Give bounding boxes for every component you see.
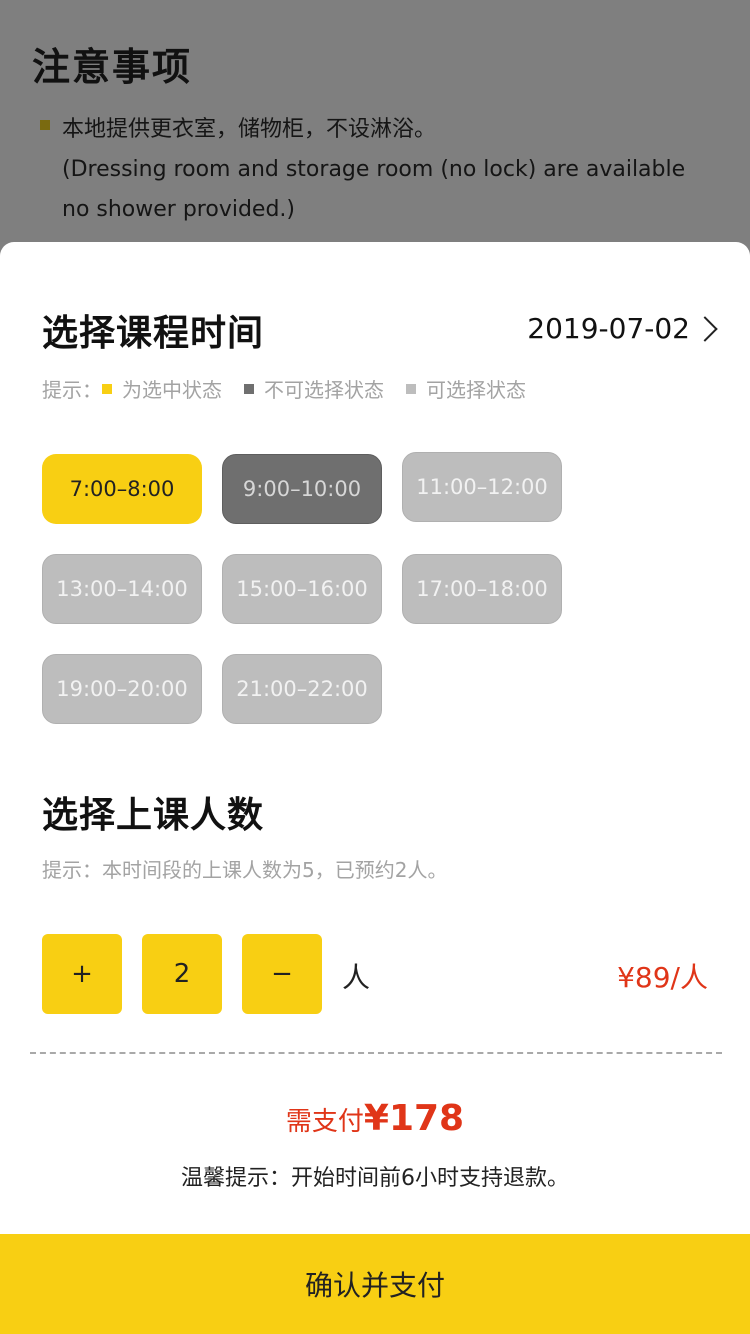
notice-section: 注意事项 本地提供更衣室，储物柜，不设淋浴。 (Dressing room an… — [0, 0, 750, 242]
selected-legend-icon — [102, 383, 112, 394]
time-section-header: 选择课程时间 — [42, 304, 264, 356]
increase-button[interactable]: + — [42, 934, 122, 1014]
legend-selected-label: 为选中状态 — [122, 378, 222, 402]
refund-tip: 温馨提示：开始时间前6小时支持退款。 — [181, 1166, 569, 1191]
legend-available-label: 可选择状态 — [426, 378, 526, 402]
people-section-title: 选择上课人数 — [42, 795, 265, 836]
dashed-divider — [30, 1052, 722, 1054]
booking-sheet: 选择课程时间 2019-07-02 提示： 为选中状态 不可选择状态 可选择状态… — [0, 242, 750, 1334]
confirm-pay-button[interactable]: 确认并支付 — [0, 1234, 750, 1334]
time-slot-15-16[interactable]: 15:00–16:00 — [222, 554, 382, 624]
total-label: 需支付 — [285, 1107, 364, 1137]
time-slot-11-12[interactable]: 11:00–12:00 — [402, 452, 562, 522]
bullet-icon — [40, 120, 50, 130]
date-text: 2019-07-02 — [527, 312, 690, 345]
disabled-legend-icon — [244, 383, 254, 394]
time-slot-17-18[interactable]: 17:00–18:00 — [402, 554, 562, 624]
legend-disabled-label: 不可选择状态 — [264, 378, 384, 402]
people-hint: 提示：本时间段的上课人数为5，已预约2人。 — [42, 858, 448, 882]
people-count: 2 — [142, 934, 222, 1014]
people-section-header: 选择上课人数 — [42, 786, 264, 838]
total-amount: ¥178 — [363, 1098, 465, 1139]
time-slot-9-10[interactable]: 9:00–10:00 — [222, 454, 382, 524]
notice-item-zh: 本地提供更衣室，储物柜，不设淋浴。 — [62, 117, 437, 142]
notice-title: 注意事项 — [32, 45, 193, 89]
people-unit: 人 — [342, 961, 371, 994]
time-hint: 提示： 为选中状态 不可选择状态 可选择状态 — [42, 374, 526, 403]
chevron-right-icon — [692, 315, 718, 342]
time-slot-19-20[interactable]: 19:00–20:00 — [42, 654, 202, 724]
available-legend-icon — [406, 383, 416, 394]
decrease-button[interactable]: − — [242, 934, 322, 1014]
time-section-title: 选择课程时间 — [42, 313, 265, 354]
total-payment: 需支付¥178 — [0, 1098, 750, 1139]
notice-item-en: (Dressing room and storage room (no lock… — [62, 157, 686, 222]
time-slot-7-8[interactable]: 7:00–8:00 — [42, 454, 202, 524]
hint-prefix: 提示： — [42, 378, 102, 402]
notice-item: 本地提供更衣室，储物柜，不设淋浴。 (Dressing room and sto… — [32, 110, 718, 230]
time-slot-13-14[interactable]: 13:00–14:00 — [42, 554, 202, 624]
time-slot-21-22[interactable]: 21:00–22:00 — [222, 654, 382, 724]
unit-price: ¥89/人 — [617, 961, 708, 994]
date-picker[interactable]: 2019-07-02 — [527, 312, 718, 345]
